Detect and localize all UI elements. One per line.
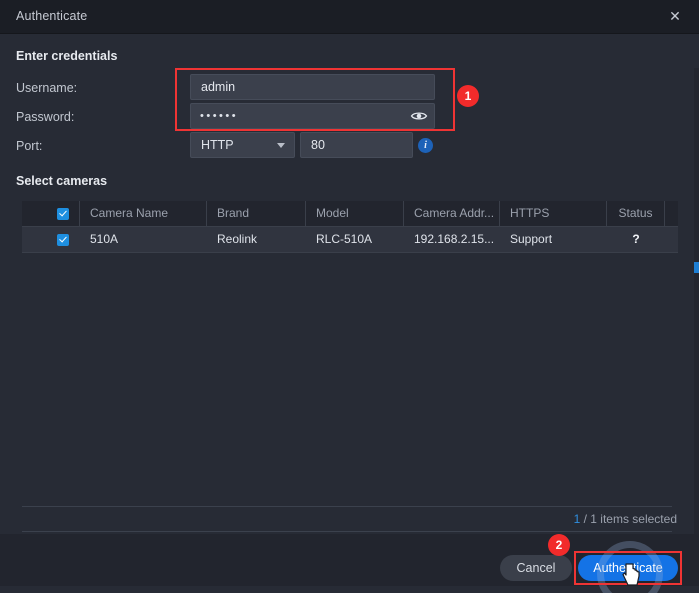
table-row[interactable]: 510A Reolink RLC-510A 192.168.2.15... Su… <box>22 227 678 253</box>
scroll-marker-row <box>694 262 699 273</box>
password-label: Password: <box>16 110 75 124</box>
select-all-checkbox[interactable] <box>57 208 69 220</box>
cancel-button[interactable]: Cancel <box>500 555 572 581</box>
dialog-title: Authenticate <box>16 9 88 23</box>
select-cameras-heading: Select cameras <box>16 174 108 188</box>
column-header-spacer <box>665 201 678 226</box>
cell-https: Support <box>510 232 553 246</box>
port-label: Port: <box>16 139 43 153</box>
port-protocol-select[interactable]: HTTP <box>190 132 295 158</box>
cell-camera-address: 192.168.2.15... <box>414 232 495 246</box>
port-protocol-value: HTTP <box>201 138 234 152</box>
list-divider-bottom <box>22 531 672 532</box>
authenticate-dialog: Authenticate ✕ Enter credentials Usernam… <box>0 0 699 593</box>
table-header-row: Camera Name Brand Model Camera Addr... H… <box>22 201 678 227</box>
cell-status: ? <box>632 232 640 246</box>
column-header-brand[interactable]: Brand <box>207 201 306 226</box>
info-icon[interactable]: i <box>418 138 433 153</box>
username-label: Username: <box>16 81 78 95</box>
selection-count-suffix: / 1 items selected <box>580 512 677 526</box>
cell-camera-name: 510A <box>90 232 119 246</box>
camera-table: Camera Name Brand Model Camera Addr... H… <box>22 201 678 519</box>
selection-count: 1 / 1 items selected <box>574 512 677 526</box>
enter-credentials-heading: Enter credentials <box>16 49 118 63</box>
column-header-model[interactable]: Model <box>306 201 404 226</box>
cell-brand: Reolink <box>217 232 258 246</box>
column-header-camera-name[interactable]: Camera Name <box>80 201 207 226</box>
authenticate-button[interactable]: Authenticate <box>578 555 678 581</box>
list-divider-top <box>22 506 672 507</box>
password-input[interactable] <box>190 103 435 129</box>
eye-icon[interactable] <box>410 108 428 124</box>
scrollbar-rail[interactable] <box>694 68 699 568</box>
dialog-body: Enter credentials Username: Password: ••… <box>0 34 699 568</box>
close-icon[interactable]: ✕ <box>667 8 683 24</box>
chevron-down-icon <box>277 143 285 148</box>
username-input[interactable] <box>190 74 435 100</box>
cell-model: RLC-510A <box>316 232 373 246</box>
dialog-titlebar: Authenticate ✕ <box>0 0 699 34</box>
column-header-https[interactable]: HTTPS <box>500 201 607 226</box>
port-number-input[interactable] <box>300 132 413 158</box>
column-header-camera-address[interactable]: Camera Addr... <box>404 201 500 226</box>
table-header-select-all[interactable] <box>22 201 80 226</box>
column-header-status[interactable]: Status <box>607 201 665 226</box>
row-checkbox[interactable] <box>57 234 69 246</box>
